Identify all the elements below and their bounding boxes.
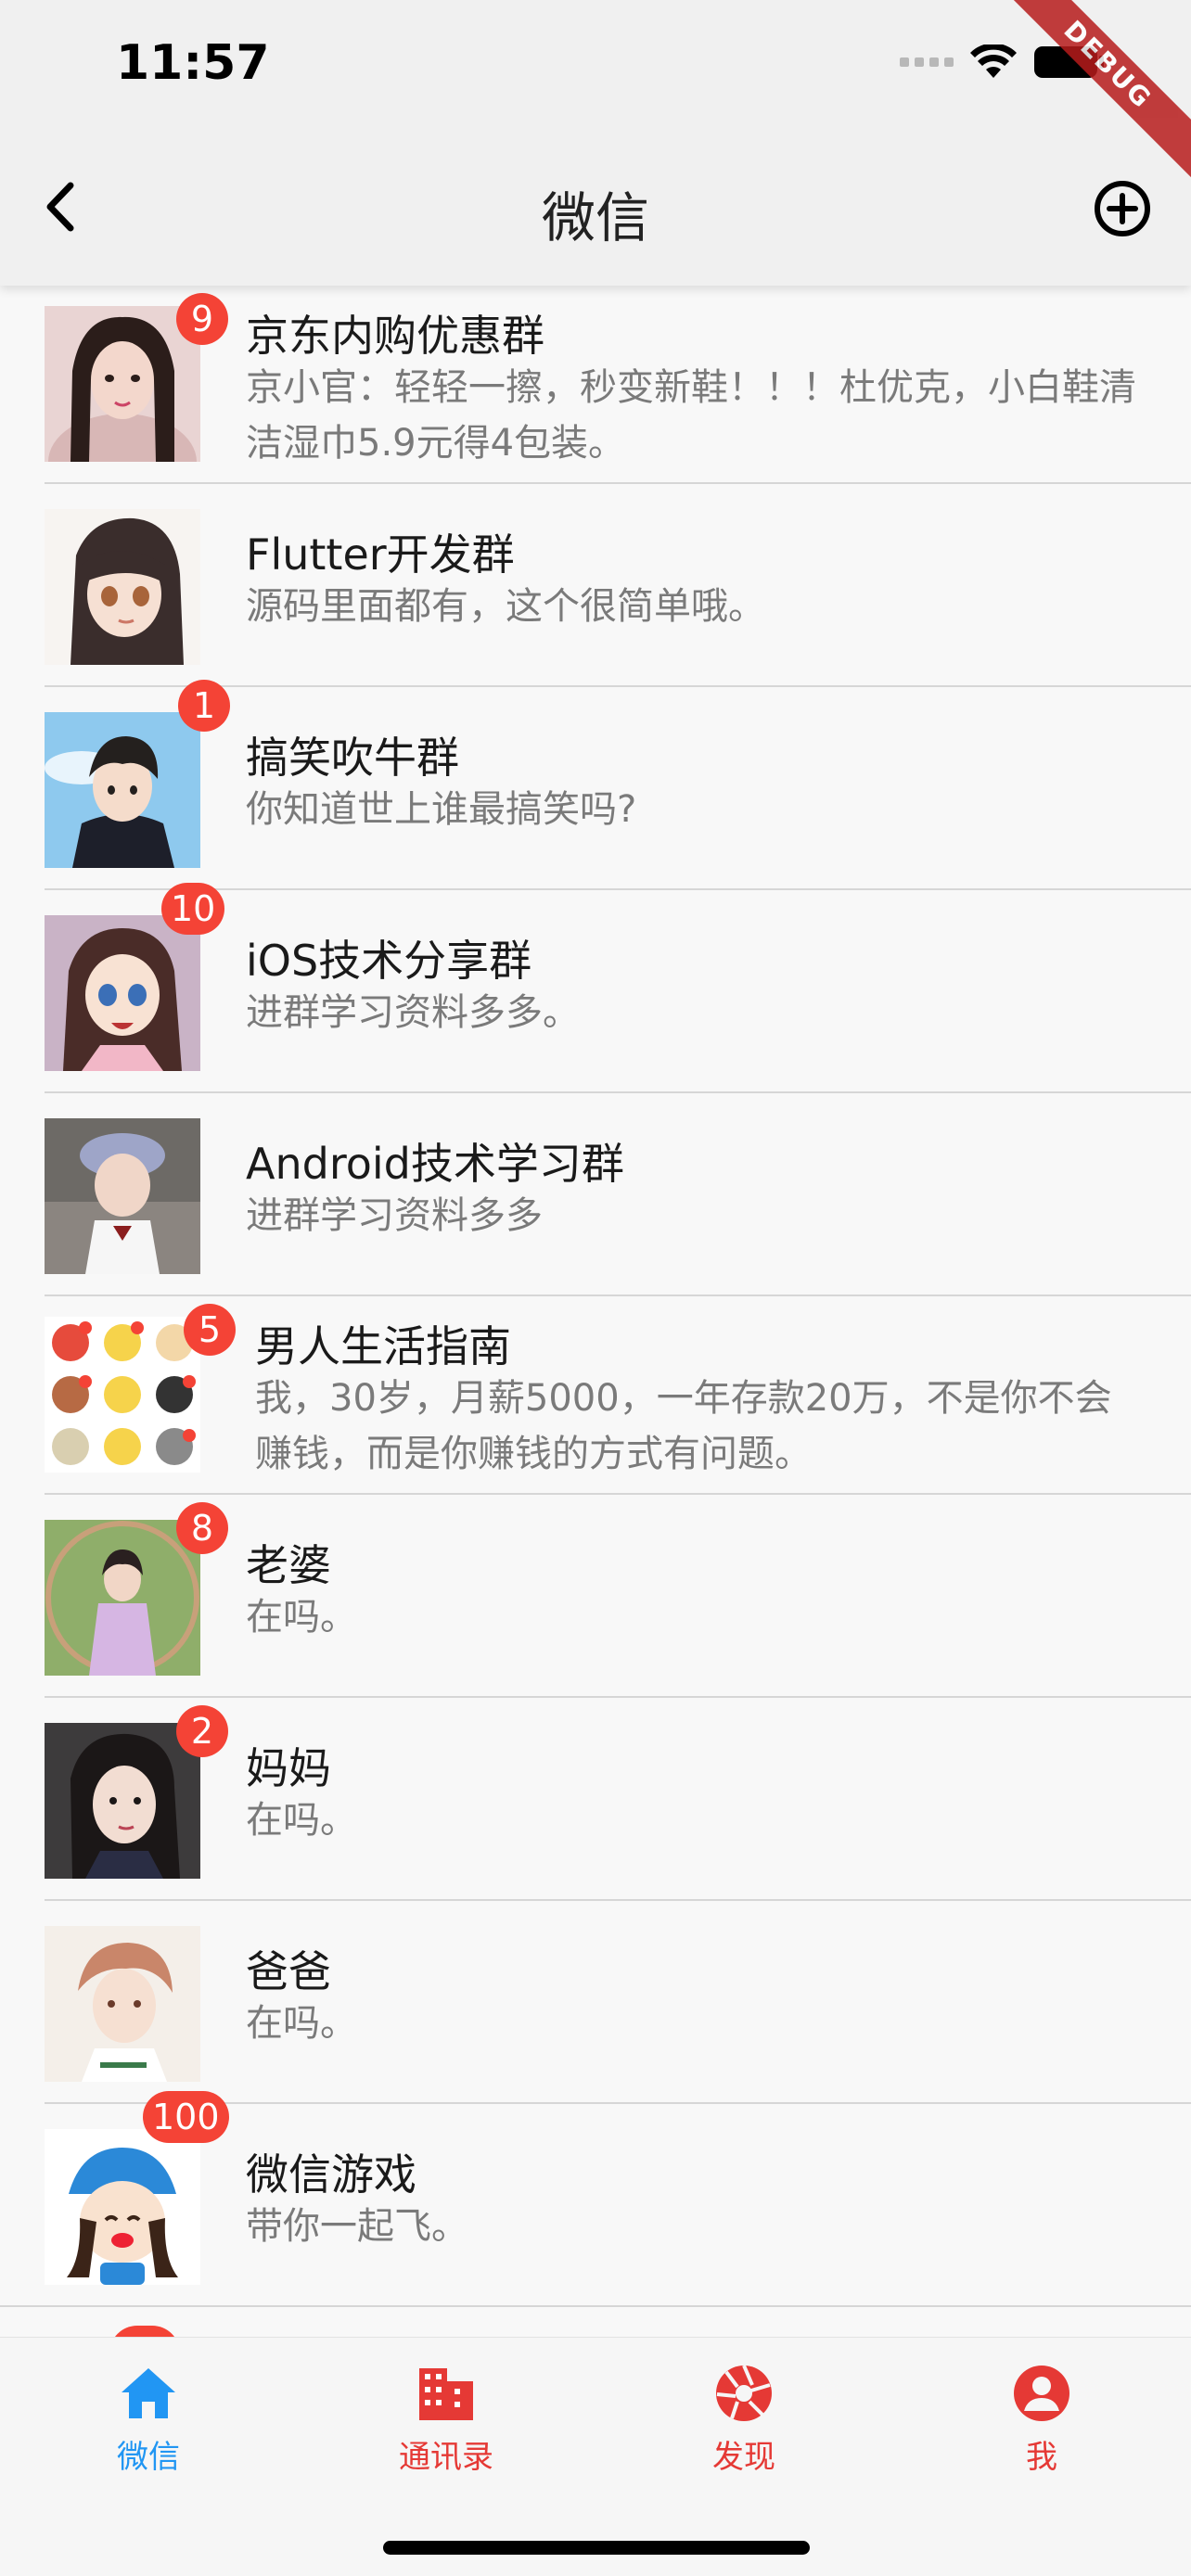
chat-name: 京东内购优惠群 <box>246 311 544 361</box>
chat-last-message: 我，30岁，月薪5000，一年存款20万，不是你不会赚钱，而是你赚钱的方式有问题… <box>255 1377 1112 1475</box>
chat-last-message: 进群学习资料多多。 <box>246 991 580 1034</box>
chat-name: 搞笑吹牛群 <box>246 733 459 783</box>
chat-name: 爸爸 <box>246 1946 331 1996</box>
tab-discover[interactable]: 发现 <box>651 2361 837 2477</box>
chat-item-joke-group[interactable]: 1 搞笑吹牛群 你知道世上谁最搞笑吗? <box>0 680 1191 890</box>
chat-item-mom[interactable]: 2 妈妈 在吗。 <box>0 1698 1191 1901</box>
tab-label: 微信 <box>117 2439 180 2476</box>
chat-name: Android技术学习群 <box>246 1139 624 1189</box>
add-button[interactable] <box>1093 179 1152 238</box>
unread-badge: 1 <box>178 680 230 732</box>
chat-item-android-group[interactable]: Android技术学习群 进群学习资料多多 <box>0 1093 1191 1296</box>
plus-circle-icon <box>1095 181 1150 236</box>
chat-item-jd-group[interactable]: 9 京东内购优惠群 京小官：轻轻一擦，秒变新鞋！！！杜优克，小白鞋清洁湿巾5.9… <box>0 286 1191 484</box>
chat-last-message: 你知道世上谁最搞笑吗? <box>246 788 637 831</box>
contacts-building-icon <box>419 2368 473 2420</box>
avatar <box>45 1520 200 1676</box>
avatar <box>45 1926 200 2082</box>
debug-banner: DEBUG <box>1005 0 1191 185</box>
chat-item-dad[interactable]: 爸爸 在吗。 <box>0 1901 1191 2104</box>
avatar <box>45 1317 200 1473</box>
status-time: 11:57 <box>116 35 270 91</box>
tab-chats[interactable]: 微信 <box>56 2361 241 2477</box>
wechat-screen: 11:57 DEBUG 微信 9 京东内购优惠群 京小官：轻轻一擦，秒变新鞋！！… <box>0 0 1191 2576</box>
chat-name: 男人生活指南 <box>255 1321 511 1371</box>
chat-last-message: 进群学习资料多多 <box>246 1194 543 1237</box>
tab-label: 发现 <box>712 2439 775 2476</box>
chat-item-flutter-group[interactable]: Flutter开发群 源码里面都有，这个很简单哦。 <box>0 484 1191 687</box>
divider <box>0 2305 1191 2307</box>
chat-list[interactable]: 9 京东内购优惠群 京小官：轻轻一擦，秒变新鞋！！！杜优克，小白鞋清洁湿巾5.9… <box>0 286 1191 2337</box>
chat-last-message: 在吗。 <box>246 2002 357 2045</box>
chat-name: 老婆 <box>246 1540 331 1590</box>
chat-name: 妈妈 <box>246 1743 331 1793</box>
unread-badge: 9 <box>176 293 228 345</box>
top-bar: 11:57 DEBUG 微信 <box>0 0 1191 286</box>
avatar <box>45 509 200 665</box>
page-title: 微信 <box>541 186 649 249</box>
discover-aperture-icon <box>716 2365 772 2421</box>
debug-label: DEBUG <box>1005 0 1191 178</box>
cellular-signal-icon <box>900 57 954 67</box>
unread-badge: 8 <box>176 1502 228 1554</box>
home-indicator[interactable] <box>383 2541 810 2555</box>
chat-last-message: 在吗。 <box>246 1596 357 1639</box>
avatar <box>45 1723 200 1879</box>
chat-name: 微信游戏 <box>246 2149 416 2200</box>
chat-last-message: 京小官：轻轻一擦，秒变新鞋！！！杜优克，小白鞋清洁湿巾5.9元得4包装。 <box>246 366 1136 465</box>
chat-item-ios-group[interactable]: 10 iOS技术分享群 进群学习资料多多。 <box>0 883 1191 1093</box>
chat-last-message: 源码里面都有，这个很简单哦。 <box>246 585 765 628</box>
unread-badge: 100 <box>143 2091 229 2143</box>
chat-item-men-guide[interactable]: 5 男人生活指南 我，30岁，月薪5000，一年存款20万，不是你不会赚钱，而是… <box>0 1296 1191 1495</box>
avatar <box>45 1118 200 1274</box>
unread-badge: 5 <box>184 1304 236 1356</box>
avatar <box>45 306 200 462</box>
chat-last-message: 在吗。 <box>246 1799 357 1842</box>
avatar <box>45 712 200 868</box>
chat-item-wechat-games[interactable]: 100 微信游戏 带你一起飞。 <box>0 2091 1191 2307</box>
chat-name: iOS技术分享群 <box>246 936 532 986</box>
chat-item-wife[interactable]: 8 老婆 在吗。 <box>0 1495 1191 1698</box>
chat-last-message: 带你一起飞。 <box>246 2205 468 2248</box>
tab-label: 我 <box>1026 2439 1057 2476</box>
home-icon <box>122 2368 175 2418</box>
avatar <box>45 915 200 1071</box>
unread-badge: 2 <box>176 1705 228 1757</box>
avatar <box>45 2129 200 2285</box>
profile-icon <box>1014 2366 1069 2421</box>
tab-me[interactable]: 我 <box>949 2361 1134 2477</box>
tab-label: 通讯录 <box>399 2439 493 2476</box>
tab-contacts[interactable]: 通讯录 <box>353 2361 539 2477</box>
unread-badge: 10 <box>161 883 225 935</box>
chat-name: Flutter开发群 <box>246 529 515 580</box>
